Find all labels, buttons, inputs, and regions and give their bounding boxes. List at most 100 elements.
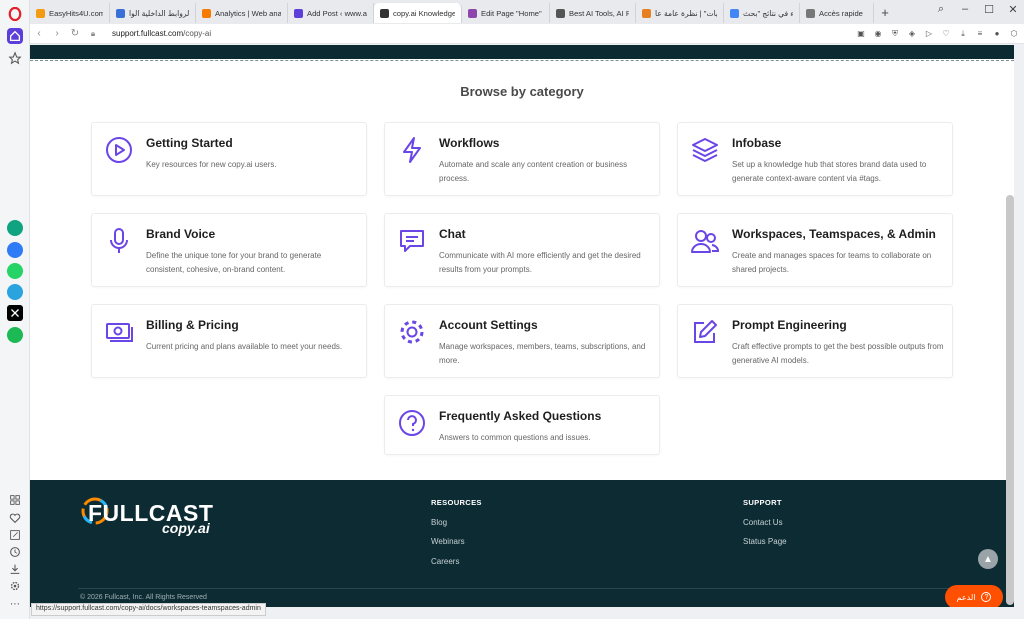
tab-0[interactable]: EasyHits4U.com - massi (30, 3, 110, 23)
category-card-chat[interactable]: Chat Communicate with AI more efficientl… (384, 213, 660, 287)
maximize-icon[interactable]: ☐ (982, 3, 996, 16)
x-twitter-icon[interactable] (7, 305, 23, 321)
tab-1[interactable]: دليل الروابط الداخلية الوا (110, 3, 196, 23)
back-arrow-icon[interactable]: ‹ (30, 28, 48, 39)
pencil-square-icon (690, 317, 720, 347)
footer: FULLCAST copy.ai RESOURCES Blog Webinars… (30, 480, 1014, 607)
grid-apps-icon[interactable] (7, 492, 23, 508)
reload-icon[interactable]: ↻ (66, 28, 84, 39)
forward-arrow-icon[interactable]: › (48, 28, 66, 39)
history-clock-icon[interactable] (7, 544, 23, 560)
chat-bubble-icon (397, 226, 427, 256)
page-scrollbar[interactable] (1006, 195, 1014, 605)
footer-link-careers[interactable]: Careers (431, 557, 459, 566)
play-icon[interactable]: ▷ (923, 27, 935, 40)
page-tools-icon[interactable]: ▣ (855, 27, 867, 40)
category-desc: Automate and scale any content creation … (439, 160, 628, 183)
tab-bar: EasyHits4U.com - massi دليل الروابط الدا… (30, 0, 1024, 24)
category-card-faq[interactable]: Frequently Asked Questions Answers to co… (384, 395, 660, 455)
heart-outline-icon[interactable]: ♡ (940, 27, 952, 40)
tab-3[interactable]: Add Post ‹ www.aifomi (288, 3, 374, 23)
chatgpt-icon[interactable] (7, 220, 23, 236)
category-title: Getting Started (146, 136, 233, 150)
category-card-workspaces[interactable]: Workspaces, Teamspaces, & Admin Create a… (677, 213, 953, 287)
heart-icon[interactable] (7, 510, 23, 526)
category-card-workflows[interactable]: Workflows Automate and scale any content… (384, 122, 660, 196)
scroll-to-top-button[interactable]: ▲ (978, 549, 998, 569)
tab-favicon-icon (556, 8, 565, 18)
category-card-getting-started[interactable]: Getting Started Key resources for new co… (91, 122, 367, 196)
search-tabs-icon[interactable]: ⌕ (934, 3, 948, 16)
tab-5[interactable]: Edit Page "Home" ‹ www (462, 3, 550, 23)
category-card-infobase[interactable]: Infobase Set up a knowledge hub that sto… (677, 122, 953, 196)
url-domain: support.fullcast.com (112, 29, 184, 38)
whatsapp-icon[interactable] (7, 263, 23, 279)
resources-heading: RESOURCES (431, 498, 482, 507)
address-bar: ‹ › ↻ 🔒︎ support.fullcast.com/copy-ai ▣ … (30, 24, 1024, 44)
new-tab-button[interactable]: + (874, 5, 896, 20)
extensions-cube-icon[interactable]: ⬡ (1008, 27, 1020, 40)
tab-9[interactable]: Accès rapide (800, 3, 874, 23)
category-card-brand-voice[interactable]: Brand Voice Define the unique tone for y… (91, 213, 367, 287)
vpn-icon[interactable]: ◈ (906, 27, 918, 40)
tab-favicon-icon (642, 8, 651, 18)
category-title: Billing & Pricing (146, 318, 239, 332)
menu-lines-icon[interactable]: ≡ (974, 27, 986, 40)
settings-gear-icon[interactable] (7, 578, 23, 594)
close-window-icon[interactable]: ✕ (1006, 3, 1020, 16)
messenger-icon[interactable] (7, 242, 23, 258)
category-desc: Answers to common questions and issues. (439, 433, 591, 442)
camera-icon[interactable]: ◉ (872, 27, 884, 40)
more-dots-icon[interactable]: ⋯ (7, 596, 23, 612)
spotify-icon[interactable] (7, 327, 23, 343)
tab-favicon-icon (202, 8, 211, 18)
category-desc: Create and manages spaces for teams to c… (732, 251, 932, 274)
lock-icon: 🔒︎ (90, 28, 96, 38)
category-card-prompt-engineering[interactable]: Prompt Engineering Craft effective promp… (677, 304, 953, 378)
layers-icon (690, 135, 720, 165)
tab-favicon-icon (730, 8, 739, 18)
download-icon[interactable]: ⤓ (957, 27, 969, 40)
category-title: Brand Voice (146, 227, 216, 241)
footer-link-status-page[interactable]: Status Page (743, 537, 787, 546)
category-desc: Key resources for new copy.ai users. (146, 160, 277, 169)
tab-2[interactable]: Analytics | Web analytic (196, 3, 288, 23)
footer-link-contact-us[interactable]: Contact Us (743, 518, 783, 527)
tab-6[interactable]: Best AI Tools, AI Reviews (550, 3, 636, 23)
footer-link-webinars[interactable]: Webinars (431, 537, 465, 546)
tab-8[interactable]: الأداء في نتائج "بحث Google (724, 3, 800, 23)
category-title: Chat (439, 227, 466, 241)
copyright-text: © 2026 Fullcast, Inc. All Rights Reserve… (80, 594, 207, 601)
telegram-icon[interactable] (7, 284, 23, 300)
url-field[interactable]: support.fullcast.com/copy-ai (112, 29, 211, 38)
section-title: Browse by category (460, 84, 584, 99)
support-heading: SUPPORT (743, 498, 782, 507)
home-icon[interactable] (7, 28, 23, 44)
dashed-divider (30, 60, 1014, 61)
users-icon (690, 226, 720, 256)
tab-favicon-icon (116, 8, 125, 18)
downloads-icon[interactable] (7, 561, 23, 577)
tab-4-active[interactable]: copy.ai Knowledge Base (374, 3, 462, 23)
minimize-icon[interactable]: – (958, 3, 972, 16)
edit-note-icon[interactable] (7, 527, 23, 543)
help-support-button[interactable]: الدعم ? (945, 585, 1003, 607)
category-card-account-settings[interactable]: Account Settings Manage workspaces, memb… (384, 304, 660, 378)
category-card-billing-pricing[interactable]: Billing & Pricing Current pricing and pl… (91, 304, 367, 378)
opera-logo-icon[interactable] (7, 6, 23, 22)
bookmark-star-icon[interactable] (7, 50, 23, 66)
profile-icon[interactable]: ● (991, 27, 1003, 40)
question-icon: ? (981, 592, 992, 602)
footer-divider (78, 588, 968, 589)
microphone-icon (104, 226, 134, 256)
tab-7[interactable]: إحصائيات" | نظرة عامة عا (636, 3, 724, 23)
category-title: Prompt Engineering (732, 318, 847, 332)
shield-icon[interactable]: ⛨ (889, 27, 901, 40)
category-desc: Communicate with AI more efficiently and… (439, 251, 641, 274)
question-circle-icon (397, 408, 427, 438)
footer-link-blog[interactable]: Blog (431, 518, 447, 527)
category-title: Account Settings (439, 318, 538, 332)
browser-sidebar: ⋯ (0, 0, 30, 619)
tab-favicon-icon (806, 8, 815, 18)
tab-favicon-icon (380, 8, 389, 18)
